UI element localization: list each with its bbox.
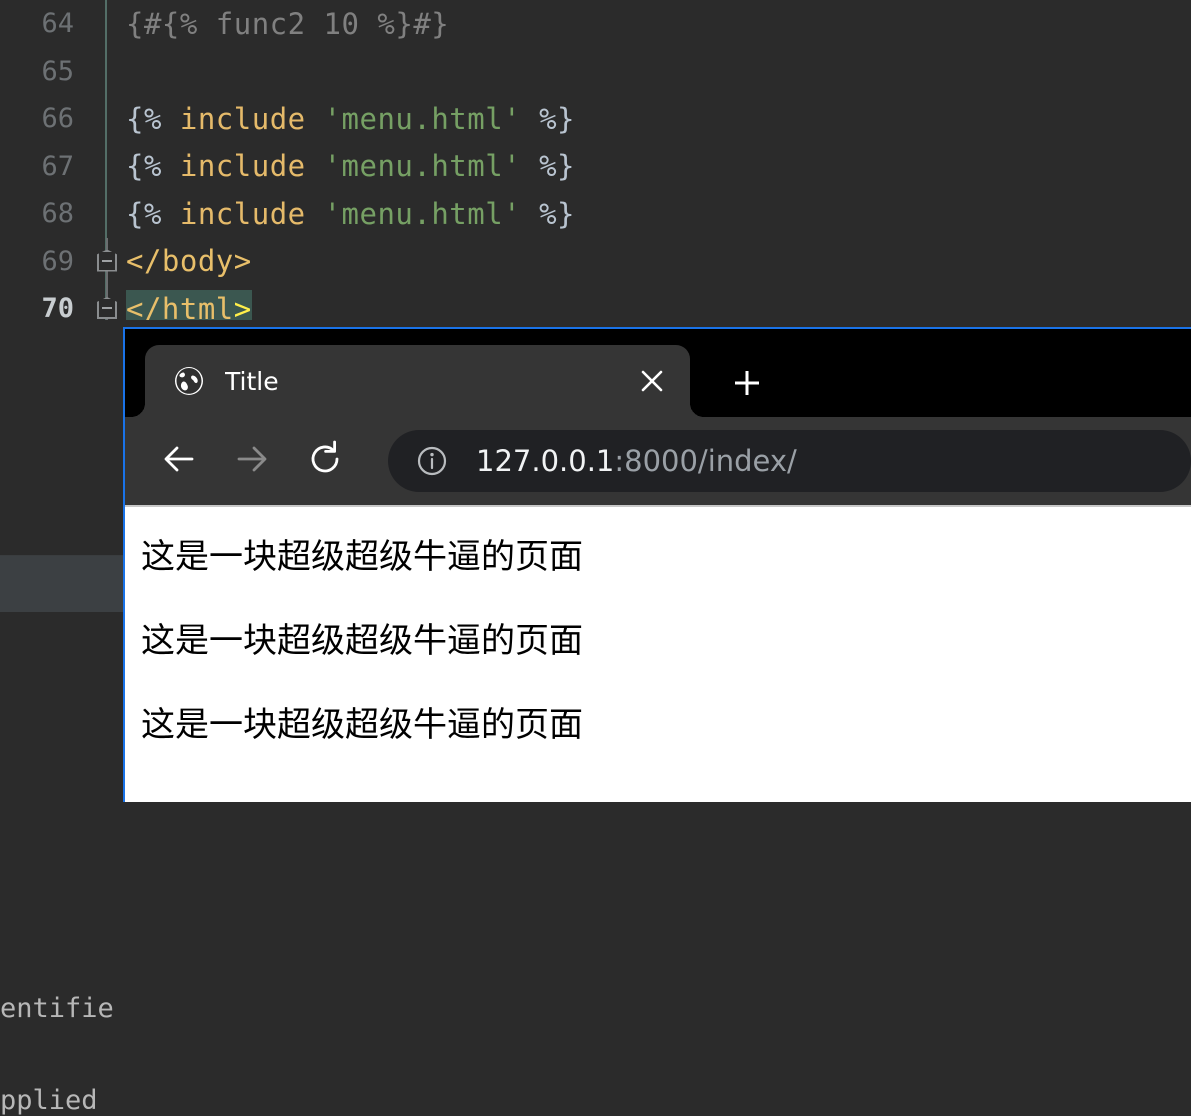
browser-tab-title: Title — [225, 366, 279, 396]
globe-icon — [173, 365, 205, 397]
code-token: </body> — [126, 244, 252, 279]
code-token: {% — [126, 196, 180, 231]
code-token: include — [179, 149, 306, 184]
collapse-icon[interactable] — [97, 249, 117, 272]
code-text: {% include 'menu.html' %} — [126, 102, 575, 136]
plus-icon — [732, 368, 762, 402]
page-paragraph: 这是一块超级超级牛逼的页面 — [141, 705, 583, 745]
collapse-icon[interactable] — [97, 297, 117, 319]
code-token: %} — [521, 101, 576, 136]
url-host: 127.0.0.1 — [476, 444, 615, 478]
page-viewport: 这是一块超级超级牛逼的页面 这是一块超级超级牛逼的页面 这是一块超级超级牛逼的页面 — [125, 507, 1191, 802]
code-token: %} — [521, 149, 576, 184]
url-path: :8000/index/ — [614, 444, 797, 478]
code-token: {% — [126, 101, 180, 136]
page-paragraph: 这是一块超级超级牛逼的页面 — [141, 621, 583, 661]
code-text: {#{% func2 10 %}#} — [126, 7, 449, 41]
code-token: 'menu.html' — [323, 196, 522, 231]
arrow-left-icon — [159, 439, 199, 483]
new-tab-button[interactable] — [721, 359, 773, 411]
code-line[interactable]: 69 </body> — [0, 237, 1191, 285]
code-text: {% include 'menu.html' %} — [126, 197, 575, 231]
code-token: include — [179, 101, 306, 136]
browser-tab[interactable]: Title — [145, 345, 690, 417]
line-number: 69 — [41, 245, 74, 277]
fold-gutter[interactable] — [88, 95, 126, 143]
code-token: 'menu.html' — [323, 149, 522, 184]
close-icon[interactable] — [626, 355, 678, 407]
fold-gutter[interactable] — [88, 190, 126, 238]
code-editor[interactable]: 64 {#{% func2 10 %}#} 65 66 {% include 'menu… — [0, 0, 1191, 333]
url-text: 127.0.0.1:8000/index/ — [476, 444, 797, 478]
code-text: </body> — [126, 244, 252, 278]
code-line[interactable]: 68 {% include 'menu.html' %} — [0, 190, 1191, 238]
code-line[interactable]: 64 {#{% func2 10 %}#} — [0, 0, 1191, 48]
code-text: {% include 'menu.html' %} — [126, 149, 575, 183]
console-line: entifie — [0, 993, 114, 1024]
page-paragraph: 这是一块超级超级牛逼的页面 — [141, 537, 583, 577]
code-token: {% — [126, 149, 180, 184]
line-number: 65 — [41, 55, 74, 87]
toolbar-separator — [125, 505, 1191, 507]
code-line[interactable]: 67 {% include 'menu.html' %} — [0, 143, 1191, 191]
line-number: 66 — [41, 103, 74, 135]
info-circle-icon[interactable] — [412, 441, 452, 481]
code-token: 'menu.html' — [323, 101, 522, 136]
reload-button[interactable] — [293, 429, 357, 493]
fold-gutter[interactable] — [88, 0, 126, 48]
fold-gutter[interactable] — [88, 48, 126, 96]
code-token: {#{% func2 10 %}#} — [126, 6, 450, 41]
code-token: %} — [521, 196, 576, 231]
browser-window[interactable]: Title 127.0.0.1:8000/index/ 这是一块超级超级牛逼的页… — [123, 327, 1191, 802]
line-number: 67 — [41, 150, 74, 182]
arrow-right-icon — [232, 439, 272, 483]
fold-gutter[interactable] — [88, 237, 126, 285]
fold-gutter[interactable] — [88, 143, 126, 191]
reload-icon — [304, 438, 346, 484]
code-line[interactable]: 65 — [0, 48, 1191, 96]
browser-toolbar: 127.0.0.1:8000/index/ — [125, 417, 1191, 505]
code-line[interactable]: 66 {% include 'menu.html' %} — [0, 95, 1191, 143]
back-button[interactable] — [147, 429, 211, 493]
line-number: 68 — [41, 198, 74, 230]
browser-tab-strip: Title — [125, 329, 1191, 417]
forward-button — [220, 429, 284, 493]
address-bar[interactable]: 127.0.0.1:8000/index/ — [388, 430, 1191, 492]
code-token: include — [179, 196, 306, 231]
console-line: pplied — [0, 1085, 98, 1116]
line-number: 64 — [41, 8, 74, 40]
